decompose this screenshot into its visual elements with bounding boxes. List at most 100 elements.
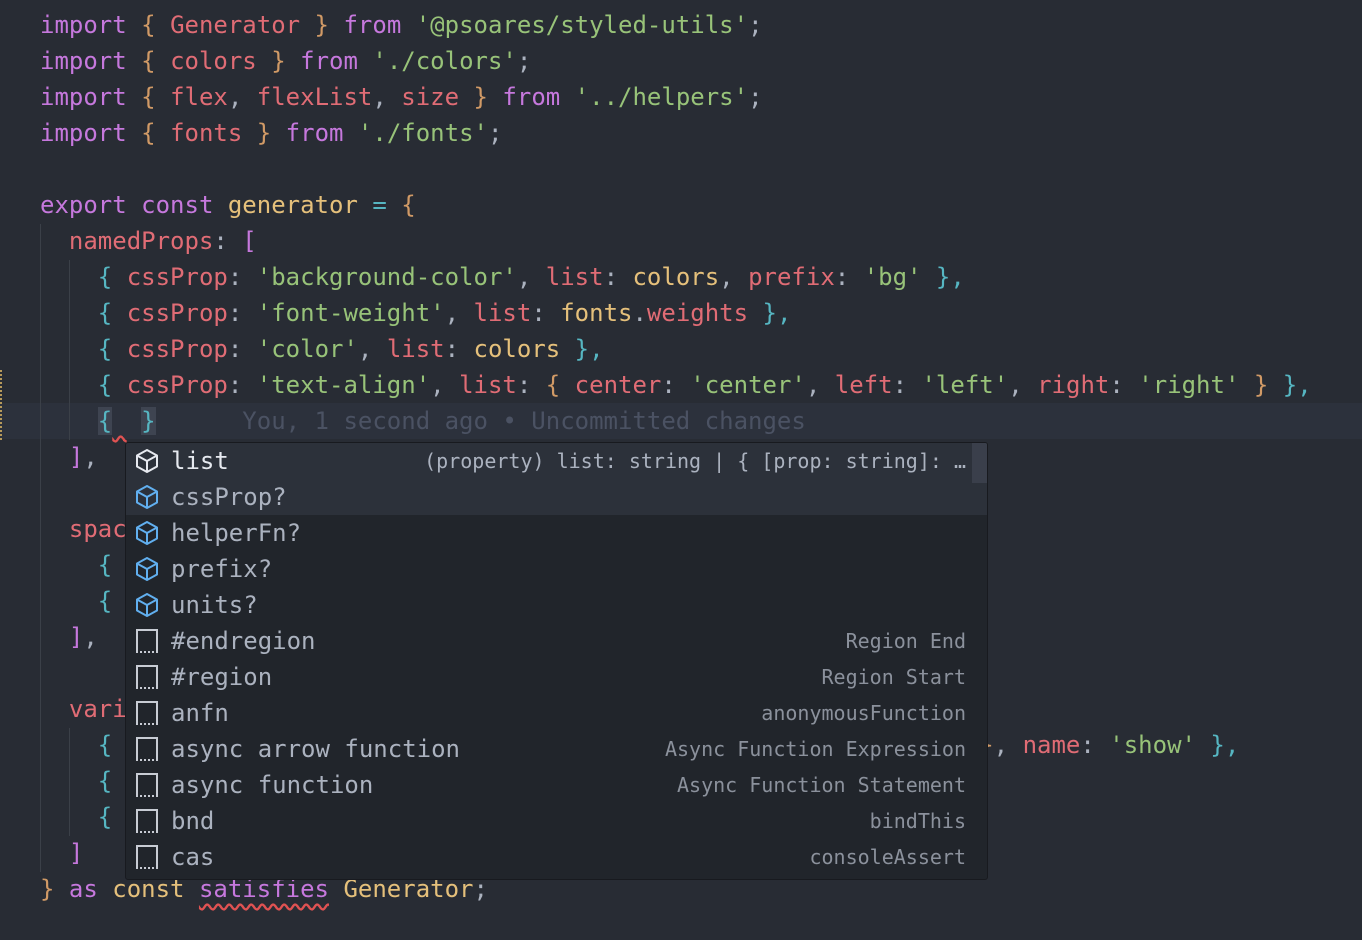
code-line[interactable]: import { flex, flexList, size } from '..… <box>40 79 763 115</box>
suggestion-label: list <box>171 447 229 475</box>
suggestion-item[interactable]: async function Async Function Statement <box>126 767 987 803</box>
suggestion-item[interactable]: prefix? <box>126 551 987 587</box>
code-token: from <box>343 11 416 39</box>
code-token: 'text-align' <box>256 371 431 399</box>
code-token: namedProps <box>40 227 214 255</box>
code-token: center <box>574 371 662 399</box>
suggestion-label: cssProp? <box>171 483 287 511</box>
suggestion-detail: anonymousFunction <box>761 701 966 725</box>
code-token: cssProp <box>126 263 228 291</box>
code-token: 'background-color' <box>256 263 517 291</box>
code-token: , <box>444 299 474 327</box>
suggestion-scrollbar[interactable] <box>972 443 987 483</box>
code-token: } <box>256 47 301 75</box>
snippet-icon <box>134 664 160 690</box>
suggestion-item[interactable]: cssProp? <box>126 479 987 515</box>
suggestion-label: units? <box>171 591 258 619</box>
suggestion-detail: Region End <box>845 629 966 653</box>
code-token: } <box>459 83 503 111</box>
code-token: colors <box>632 263 720 291</box>
code-line[interactable]: { <box>40 583 112 619</box>
code-token: : <box>1080 731 1110 759</box>
code-token: , <box>1008 371 1038 399</box>
code-line[interactable]: { cssProp: 'font-weight', list: fonts.we… <box>40 295 792 331</box>
code-token: : <box>227 371 257 399</box>
code-line[interactable]: spac <box>40 511 127 547</box>
code-token: colors <box>170 47 257 75</box>
code-token: [ <box>242 227 257 255</box>
code-line[interactable]: { } You, 1 second ago • Uncommitted chan… <box>40 403 806 439</box>
code-line[interactable]: { cssProp: 'background-color', list: col… <box>40 259 965 295</box>
property-cube-icon <box>134 484 160 510</box>
code-line[interactable]: { <box>40 799 112 835</box>
code-line[interactable]: { cssProp: 'text-align', list: { center:… <box>40 367 1312 403</box>
code-token: ; <box>516 47 532 75</box>
code-token: 'left' <box>921 371 1009 399</box>
code-token: '../helpers' <box>574 83 749 111</box>
code-token: name <box>1022 731 1081 759</box>
code-token: ] <box>40 623 84 651</box>
code-token: import <box>40 11 142 39</box>
suggestion-item[interactable]: units? <box>126 587 987 623</box>
suggestion-item[interactable]: helperFn? <box>126 515 987 551</box>
snippet-icon <box>134 700 160 726</box>
suggestion-label: bnd <box>171 807 215 835</box>
code-line[interactable]: import { Generator } from '@psoares/styl… <box>40 7 763 43</box>
suggestion-item[interactable]: anfn anonymousFunction <box>126 695 987 731</box>
code-line[interactable]: ], <box>40 619 98 655</box>
suggestion-item[interactable]: #endregion Region End <box>126 623 987 659</box>
snippet-icon <box>134 772 160 798</box>
code-line[interactable]: ], <box>40 439 98 475</box>
code-token: , <box>357 335 387 363</box>
code-token: as <box>54 875 113 903</box>
code-token: { <box>141 119 171 147</box>
code-token: cssProp <box>126 335 228 363</box>
code-token: { <box>40 587 113 615</box>
code-line[interactable]: { <box>40 547 112 583</box>
code-token: from <box>285 119 358 147</box>
suggestion-item[interactable]: list (property) list: string | { [prop: s… <box>126 443 987 479</box>
code-line[interactable]: { cssProp: 'color', list: colors }, <box>40 331 604 367</box>
code-token: './colors' <box>372 47 517 75</box>
code-line[interactable]: vari <box>40 691 127 727</box>
code-token: : <box>227 299 257 327</box>
code-token: import <box>40 47 142 75</box>
code-token: vari <box>40 695 127 723</box>
suggestion-label: helperFn? <box>171 519 302 547</box>
code-line[interactable]: namedProps: [ <box>40 223 257 259</box>
code-token: ] <box>40 443 84 471</box>
code-token: { <box>40 731 113 759</box>
code-token: 'color' <box>256 335 358 363</box>
code-token: , <box>372 83 402 111</box>
code-token: import <box>40 119 142 147</box>
code-token: } <box>1239 371 1283 399</box>
code-line[interactable]: import { colors } from './colors'; <box>40 43 531 79</box>
code-token: prefix <box>748 263 835 291</box>
code-token: } <box>141 407 156 435</box>
suggestion-item[interactable]: async arrow function Async Function Expre… <box>126 731 987 767</box>
code-token: 'show' <box>1109 731 1196 759</box>
code-editor[interactable]: import { Generator } from '@psoares/styl… <box>0 0 1362 940</box>
property-cube-icon <box>134 556 160 582</box>
code-line[interactable]: import { fonts } from './fonts'; <box>40 115 502 151</box>
code-token: : <box>227 335 257 363</box>
code-line[interactable]: { <box>40 763 112 799</box>
code-token: flex <box>170 83 228 111</box>
code-token: , <box>993 731 1023 759</box>
code-token: 'bg' <box>863 263 922 291</box>
snippet-icon <box>134 736 160 762</box>
suggestion-label: #region <box>171 663 273 691</box>
suggestion-detail: Async Function Expression <box>664 737 966 761</box>
suggestion-item[interactable]: bnd bindThis <box>126 803 987 839</box>
code-token: : <box>213 227 243 255</box>
code-token: cssProp <box>126 371 228 399</box>
git-change-marker <box>0 370 2 440</box>
code-line[interactable]: export const generator = { <box>40 187 416 223</box>
suggestion-item[interactable]: cas consoleAssert <box>126 839 987 875</box>
code-line[interactable]: ] <box>40 835 83 871</box>
code-token: : <box>444 335 474 363</box>
suggestion-widget[interactable]: list (property) list: string | { [prop: s… <box>125 442 988 880</box>
suggestion-item[interactable]: #region Region Start <box>126 659 987 695</box>
